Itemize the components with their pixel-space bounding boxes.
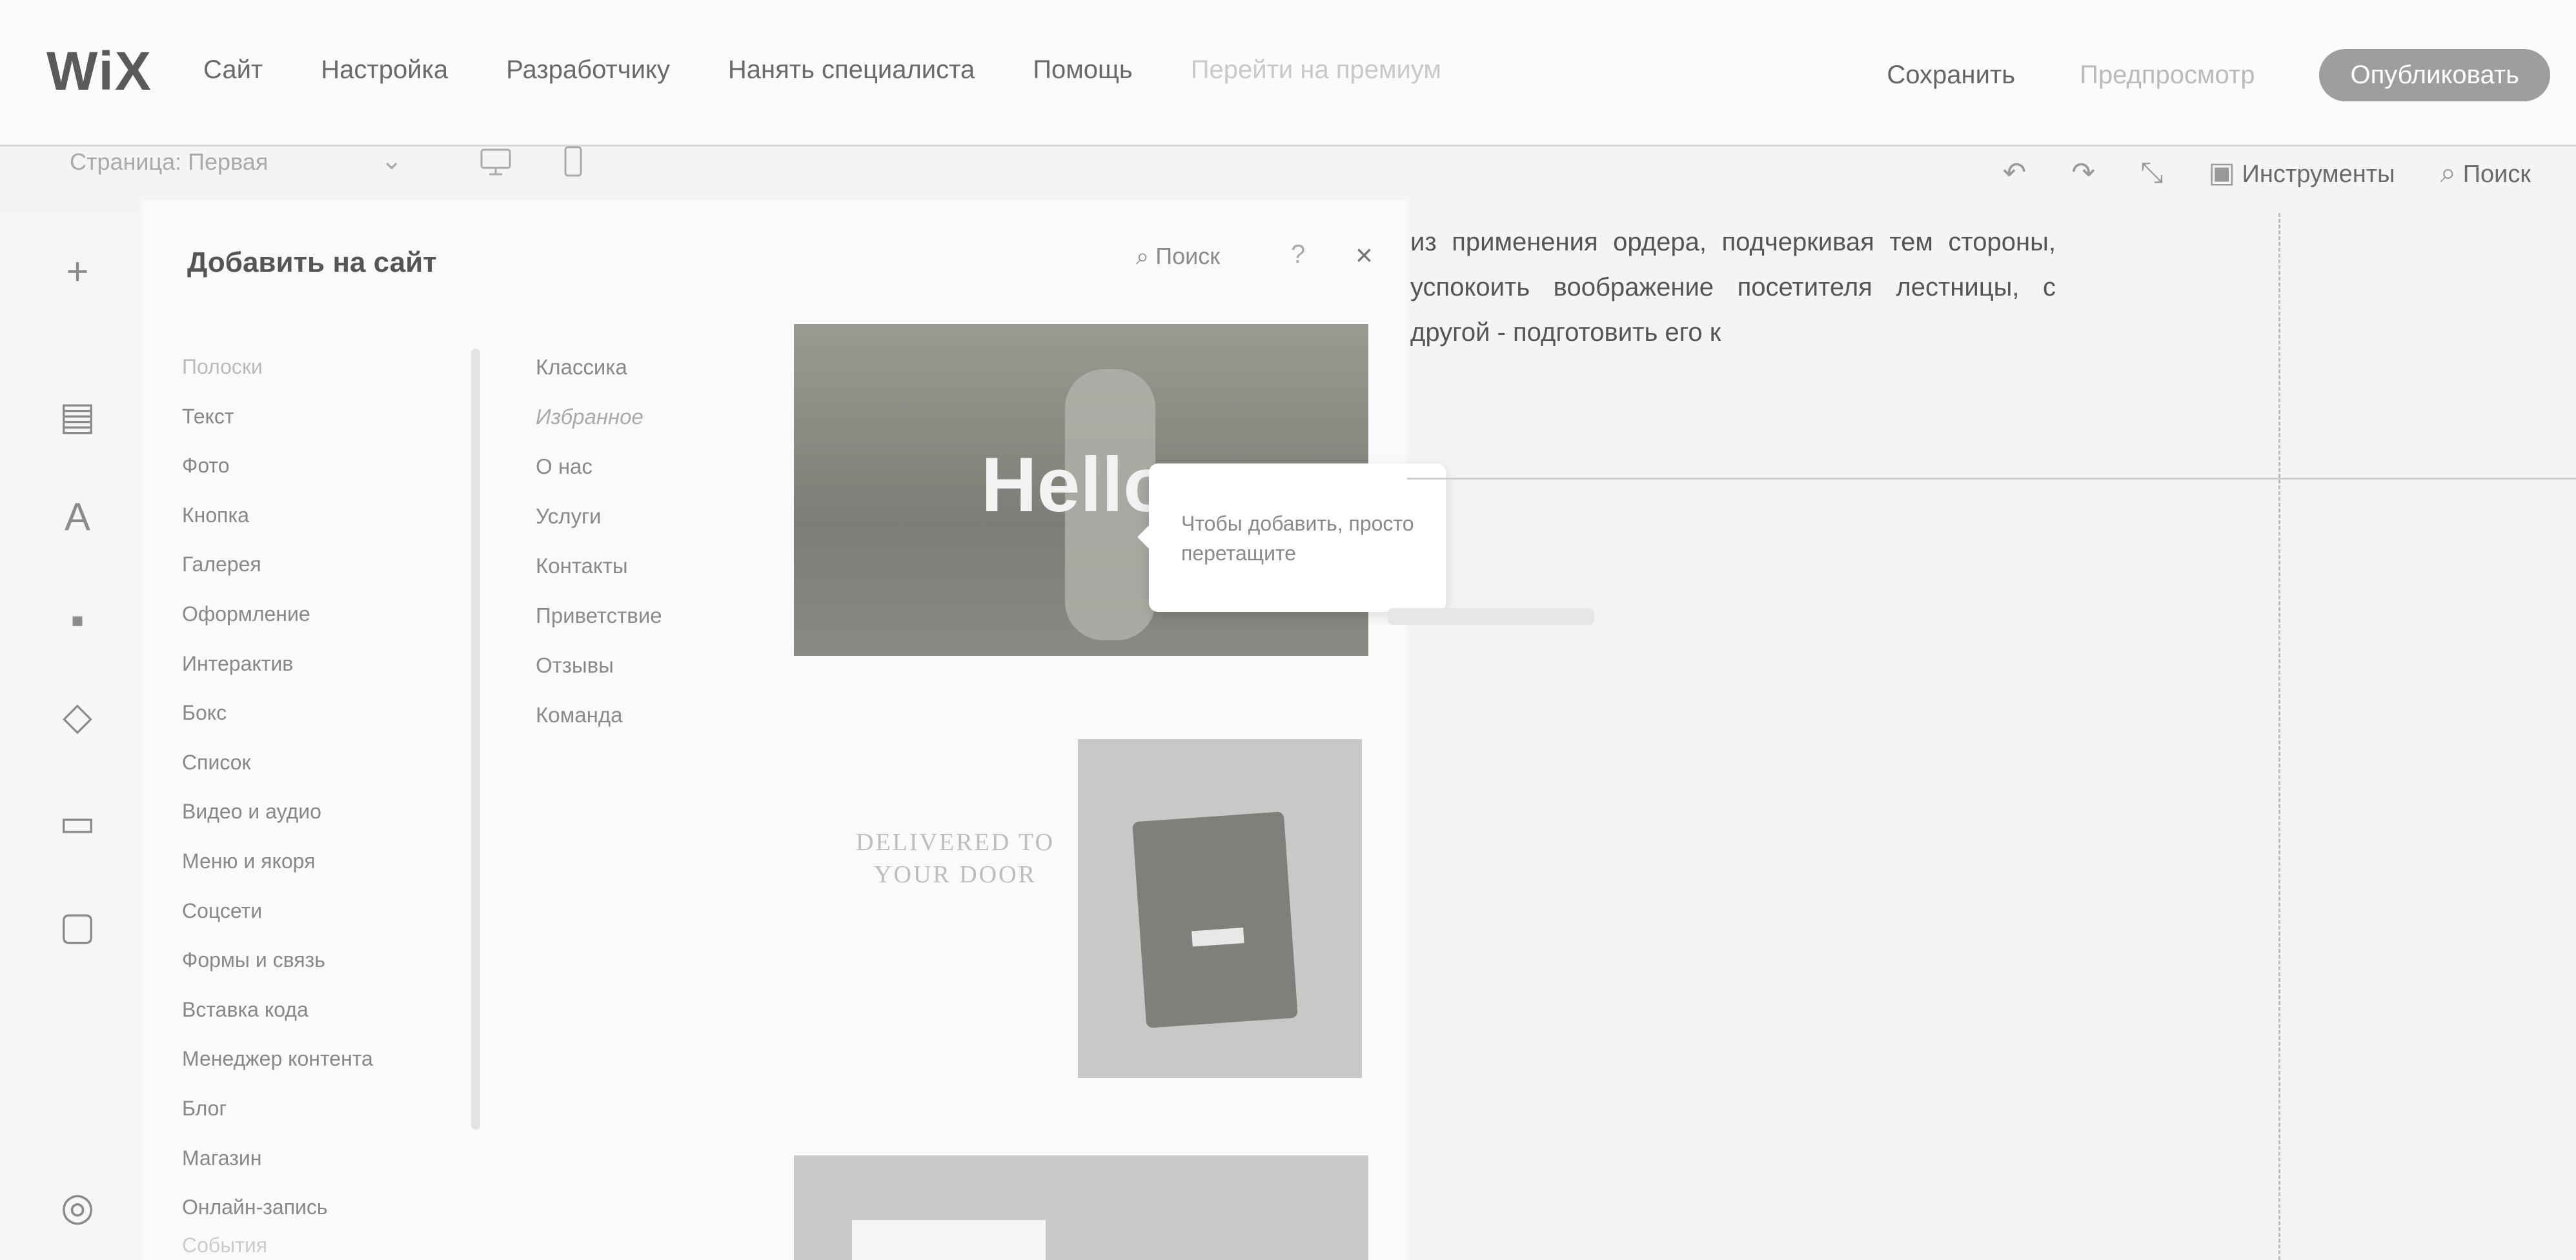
category-item[interactable]: Оформление bbox=[182, 589, 330, 639]
redo-icon[interactable]: ↷ bbox=[2071, 156, 2095, 189]
category-item[interactable]: Список bbox=[182, 738, 330, 788]
mobile-icon[interactable] bbox=[555, 143, 591, 179]
main-menu: Сайт Настройка Разработчику Нанять специ… bbox=[203, 56, 1441, 85]
drag-tooltip: Чтобы добавить, просто перетащите bbox=[1137, 463, 1446, 612]
category-item[interactable]: Полоски bbox=[182, 342, 330, 392]
subcategory-list: Классика Избранное О нас Услуги Контакты… bbox=[536, 342, 662, 740]
category-item[interactable]: Видео и аудио bbox=[182, 787, 330, 837]
tools-button[interactable]: ▣ Инструменты bbox=[2208, 156, 2395, 189]
gridline-dashed bbox=[2278, 213, 2280, 1260]
panel-search-icon: ⌕ bbox=[1136, 243, 1150, 269]
chevron-down-icon[interactable]: ⌄ bbox=[381, 146, 403, 176]
apps-icon[interactable]: ▪ bbox=[58, 598, 97, 642]
bag-image bbox=[1132, 811, 1298, 1028]
menu-help[interactable]: Помощь bbox=[1033, 56, 1133, 85]
placeholder-bar bbox=[1388, 608, 1594, 625]
category-item[interactable]: Формы и связь bbox=[182, 935, 330, 985]
desktop-icon[interactable] bbox=[478, 143, 514, 179]
undo-icon[interactable]: ↶ bbox=[2002, 156, 2026, 189]
page-selector[interactable]: Страница: Первая bbox=[70, 148, 268, 176]
panel-title: Добавить на сайт bbox=[187, 247, 437, 278]
media-icon[interactable]: ▭ bbox=[58, 801, 97, 844]
category-item[interactable]: Кнопка bbox=[182, 491, 330, 540]
category-item[interactable]: Соцсети bbox=[182, 886, 330, 936]
menu-upgrade[interactable]: Перейти на премиум bbox=[1191, 56, 1441, 85]
section-thumbnail-bag[interactable] bbox=[1078, 739, 1362, 1078]
subcategory-item[interactable]: Контакты bbox=[536, 541, 662, 591]
subcategory-item[interactable]: Команда bbox=[536, 690, 662, 740]
zoom-out-icon[interactable]: ⤡ bbox=[2140, 157, 2163, 189]
category-item[interactable]: Менеджер контента bbox=[182, 1034, 373, 1084]
category-item[interactable]: События bbox=[182, 1232, 330, 1258]
business-icon[interactable]: ◇ bbox=[58, 695, 97, 738]
close-icon[interactable]: × bbox=[1355, 238, 1373, 272]
publish-button[interactable]: Опубликовать bbox=[2319, 49, 2550, 101]
subcategory-item[interactable]: Услуги bbox=[536, 491, 662, 541]
subcategory-item[interactable]: Отзывы bbox=[536, 640, 662, 690]
bag-label bbox=[1192, 927, 1244, 947]
canvas-paragraph[interactable]: из применения ордера, подчеркивая тем ст… bbox=[1410, 219, 2056, 355]
panel-search-button[interactable]: ⌕ Поиск bbox=[1136, 243, 1220, 270]
menu-settings[interactable]: Настройка bbox=[321, 56, 448, 85]
subcategory-item[interactable]: О нас bbox=[536, 442, 662, 491]
menu-site[interactable]: Сайт bbox=[203, 56, 263, 85]
tools-label: Инструменты bbox=[2242, 161, 2395, 188]
thumbnail-box bbox=[852, 1220, 1046, 1260]
category-list: Полоски Текст Фото Кнопка Галерея Оформл… bbox=[182, 342, 373, 1258]
section-divider bbox=[1407, 478, 2576, 480]
category-item[interactable]: Фото bbox=[182, 441, 330, 491]
store-icon[interactable]: ▢ bbox=[58, 904, 97, 948]
wix-logo[interactable]: WiX bbox=[46, 40, 152, 103]
search-icon: ⌕ bbox=[2440, 156, 2457, 188]
category-item[interactable]: Онлайн-запись bbox=[182, 1183, 330, 1232]
category-item[interactable]: Текст bbox=[182, 392, 330, 442]
tools-icon: ▣ bbox=[2208, 157, 2235, 188]
help-icon[interactable]: ? bbox=[1291, 240, 1305, 269]
category-item[interactable]: Магазин bbox=[182, 1133, 330, 1183]
subcategory-item[interactable]: Классика bbox=[536, 342, 662, 392]
category-item[interactable]: Интерактив bbox=[182, 639, 330, 689]
category-item[interactable]: Бокс bbox=[182, 688, 330, 738]
subcategory-item[interactable]: Избранное bbox=[536, 392, 662, 442]
section-thumbnail-third[interactable] bbox=[794, 1155, 1368, 1260]
save-button[interactable]: Сохранить bbox=[1887, 61, 2015, 90]
database-icon[interactable]: ◎ bbox=[58, 1185, 97, 1228]
category-item[interactable]: Меню и якоря bbox=[182, 837, 330, 886]
top-actions: Сохранить Предпросмотр Опубликовать bbox=[1887, 49, 2576, 101]
category-item[interactable]: Блог bbox=[182, 1084, 330, 1133]
delivered-text: DELIVERED TO YOUR DOOR bbox=[856, 829, 1055, 888]
add-icon[interactable]: + bbox=[58, 250, 97, 293]
menu-hire[interactable]: Нанять специалиста bbox=[728, 56, 975, 85]
tools-area: ↶ ↷ ⤡ ▣ Инструменты ⌕ Поиск bbox=[2002, 156, 2531, 189]
design-icon[interactable]: A bbox=[58, 495, 97, 538]
category-scrollbar[interactable] bbox=[471, 349, 480, 1130]
panel-search-label: Поиск bbox=[1155, 243, 1220, 269]
category-item[interactable]: Галерея bbox=[182, 540, 330, 589]
menu-developer[interactable]: Разработчику bbox=[506, 56, 670, 85]
hello-text: Hello bbox=[981, 442, 1171, 528]
search-button[interactable]: ⌕ Поиск bbox=[2440, 157, 2531, 189]
add-panel: Добавить на сайт ⌕ Поиск ? × Полоски Тек… bbox=[142, 200, 1407, 1260]
category-item[interactable]: Вставка кода bbox=[182, 985, 330, 1035]
pages-icon[interactable]: ▤ bbox=[58, 394, 97, 438]
top-bar: WiX Сайт Настройка Разработчику Нанять с… bbox=[0, 0, 2576, 188]
left-sidebar: + ▤ A ▪ ◇ ▭ ▢ ◎ bbox=[0, 213, 158, 1260]
preview-button[interactable]: Предпросмотр bbox=[2080, 61, 2255, 90]
search-label: Поиск bbox=[2462, 160, 2531, 188]
subcategory-item[interactable]: Приветствие bbox=[536, 591, 662, 640]
